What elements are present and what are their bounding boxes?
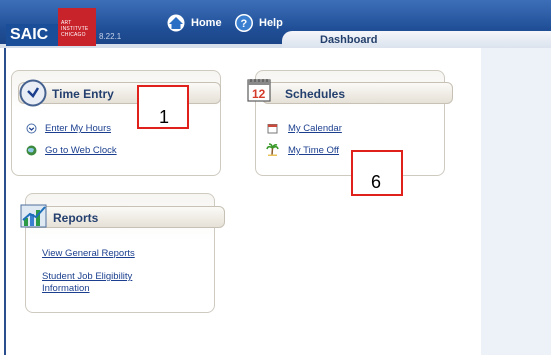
palm-tree-icon — [266, 143, 279, 156]
time-entry-title: Time Entry — [52, 87, 114, 101]
home-icon — [167, 14, 185, 32]
saic-logo: SAIC — [6, 24, 58, 46]
reports-title: Reports — [53, 211, 99, 225]
svg-text:?: ? — [241, 18, 248, 30]
my-calendar-link[interactable]: My Calendar — [288, 123, 342, 134]
circle-arrow-icon — [26, 123, 37, 134]
chart-icon — [20, 204, 47, 228]
schedules-title: Schedules — [285, 87, 346, 101]
help-icon: ? — [235, 14, 253, 32]
tab-dashboard-label: Dashboard — [320, 34, 378, 46]
help-link[interactable]: ? Help — [233, 12, 283, 34]
callout-box-1: 1 — [137, 85, 189, 129]
web-clock-link[interactable]: Go to Web Clock — [45, 145, 117, 156]
tab-dashboard[interactable]: Dashboard — [282, 31, 551, 48]
clock-icon — [19, 79, 47, 107]
student-job-eligibility-link[interactable]: Student Job Eligibility — [42, 271, 132, 282]
home-link[interactable]: Home — [165, 12, 222, 34]
my-time-off-link[interactable]: My Time Off — [288, 145, 339, 156]
home-label: Home — [191, 17, 222, 29]
student-job-eligibility-link-line2[interactable]: Information — [42, 283, 90, 294]
logo-line: CHICAGO — [61, 32, 86, 38]
help-label: Help — [259, 17, 283, 29]
right-pane — [481, 48, 551, 355]
enter-my-hours-link[interactable]: Enter My Hours — [45, 123, 111, 134]
calendar-icon: 12 — [247, 79, 271, 102]
art-institute-logo: ART INSTITVTE CHICAGO — [58, 8, 96, 46]
time-entry-header — [18, 82, 221, 104]
left-rule — [4, 48, 6, 355]
globe-icon — [26, 145, 37, 156]
calendar-icon-text: 12 — [252, 87, 266, 101]
callout-number: 6 — [371, 172, 382, 192]
version-label: 8.22.1 — [99, 32, 122, 41]
view-general-reports-link[interactable]: View General Reports — [42, 248, 135, 259]
small-calendar-icon — [267, 124, 278, 134]
callout-box-6: 6 — [351, 150, 403, 196]
callout-number: 1 — [159, 107, 170, 127]
